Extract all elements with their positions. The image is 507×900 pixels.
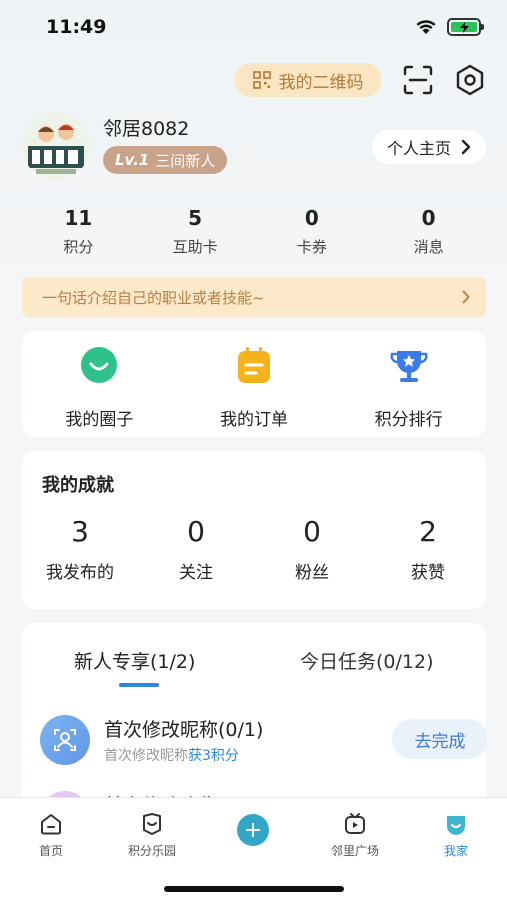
personal-homepage-button[interactable]: 个人主页 [372, 130, 486, 164]
quick-menu-card: 我的圈子 我的订单 积分排行 [22, 331, 486, 437]
level-badge: Lv.1 三间新人 [103, 146, 228, 174]
nav-label: 积分乐园 [127, 844, 176, 858]
tab-daily-tasks[interactable]: 今日任务(0/12) [300, 647, 434, 674]
nav-neighbor-square[interactable]: 邻里广场 [315, 812, 395, 859]
tab-newcomer[interactable]: 新人专享(1/2) [74, 647, 195, 674]
menu-label: 积分排行 [374, 410, 443, 430]
qrcode-label: 我的二维码 [278, 72, 364, 93]
menu-label: 我的圈子 [65, 410, 134, 430]
menu-my-circle[interactable]: 我的圈子 [22, 331, 177, 437]
achievement-label: 粉丝 [295, 563, 329, 583]
stat-label: 积分 [63, 238, 94, 256]
user-profile-icon [40, 715, 90, 765]
tab-active-indicator [119, 683, 159, 687]
task-subtitle-text: 首次修改昵称 [104, 748, 188, 764]
trophy-icon [390, 351, 428, 382]
tasks-card: 新人专享(1/2) 今日任务(0/12) 首次修改昵称(0/1) 首次修改昵称获… [22, 623, 486, 823]
profile-stats: 11 积分 5 互助卡 0 卡券 0 消息 [20, 206, 487, 257]
chevron-right-icon [461, 139, 471, 155]
achievement-label: 我发布的 [46, 563, 114, 583]
order-icon [238, 347, 270, 383]
task-reward: 获3积分 [188, 748, 239, 764]
stat-value: 0 [421, 206, 436, 230]
status-bar: 11:49 [0, 0, 507, 56]
avatar[interactable] [22, 112, 90, 180]
wifi-icon [416, 20, 436, 34]
home-indicator [164, 886, 344, 892]
stat-value: 11 [64, 206, 93, 230]
bottom-nav: 首页 积分乐园 + 邻里广场 我家 [0, 797, 507, 900]
achievement-value: 2 [419, 515, 437, 548]
achievement-likes[interactable]: 2 获赞 [370, 515, 486, 583]
settings-icon[interactable] [454, 64, 486, 96]
nav-points-park[interactable]: 积分乐园 [112, 812, 192, 859]
stat-value: 5 [188, 206, 203, 230]
nickname: 邻居8082 [103, 118, 190, 140]
achievement-value: 0 [187, 515, 205, 548]
battery-icon [447, 18, 484, 36]
stat-label: 卡券 [296, 238, 327, 256]
avatar-illustration [22, 112, 90, 180]
nav-label: 邻里广场 [330, 844, 379, 858]
task-tabs: 新人专享(1/2) 今日任务(0/12) [22, 647, 486, 687]
stat-points[interactable]: 11 积分 [20, 206, 137, 257]
stat-coupons[interactable]: 0 卡券 [254, 206, 371, 257]
level-title: 三间新人 [155, 151, 216, 170]
achievement-published[interactable]: 3 我发布的 [22, 515, 138, 583]
status-time: 11:49 [46, 16, 107, 38]
plus-icon[interactable]: + [237, 814, 269, 846]
gift-icon [143, 813, 161, 835]
circle-chat-icon [81, 347, 118, 383]
achievements-card: 我的成就 3 我发布的 0 关注 0 粉丝 2 获赞 [22, 451, 486, 609]
achievements-title: 我的成就 [42, 475, 114, 496]
stat-label: 互助卡 [172, 238, 218, 256]
intro-text: 一句话介绍自己的职业或者技能~ [42, 288, 265, 307]
nav-label: 我家 [443, 844, 468, 858]
homepage-label: 个人主页 [386, 139, 451, 158]
menu-label: 我的订单 [220, 410, 288, 430]
nav-my-home[interactable]: 我家 [416, 812, 496, 859]
achievement-value: 3 [71, 515, 89, 548]
level-label: Lv.1 [115, 151, 150, 169]
my-home-icon [447, 816, 465, 835]
stat-messages[interactable]: 0 消息 [370, 206, 487, 257]
home-icon [41, 814, 61, 835]
status-icons [415, 18, 484, 36]
nav-label: 首页 [38, 844, 63, 858]
menu-my-orders[interactable]: 我的订单 [177, 331, 332, 437]
intro-banner[interactable]: 一句话介绍自己的职业或者技能~ [22, 277, 486, 317]
stat-value: 0 [304, 206, 319, 230]
stat-label: 消息 [413, 238, 444, 256]
play-icon [345, 813, 365, 834]
task-item: 首次修改昵称(0/1) 首次修改昵称获3积分 去完成 [40, 715, 486, 765]
menu-points-ranking[interactable]: 积分排行 [331, 331, 486, 437]
task-title: 首次修改昵称(0/1) [104, 719, 264, 741]
achievement-following[interactable]: 0 关注 [138, 515, 254, 583]
my-qrcode-button[interactable]: 我的二维码 [234, 63, 382, 97]
achievement-followers[interactable]: 0 粉丝 [254, 515, 370, 583]
achievement-label: 关注 [179, 563, 213, 583]
stat-help-cards[interactable]: 5 互助卡 [137, 206, 254, 257]
nav-home[interactable]: 首页 [11, 812, 91, 859]
achievements-row: 3 我发布的 0 关注 0 粉丝 2 获赞 [22, 515, 486, 583]
complete-task-button[interactable]: 去完成 [392, 719, 486, 759]
achievement-label: 获赞 [411, 563, 445, 583]
qrcode-icon [252, 71, 271, 89]
task-subtitle: 首次修改昵称获3积分 [104, 745, 239, 765]
achievement-value: 0 [303, 515, 321, 548]
scan-icon[interactable] [402, 64, 434, 96]
chevron-right-icon [462, 290, 470, 304]
